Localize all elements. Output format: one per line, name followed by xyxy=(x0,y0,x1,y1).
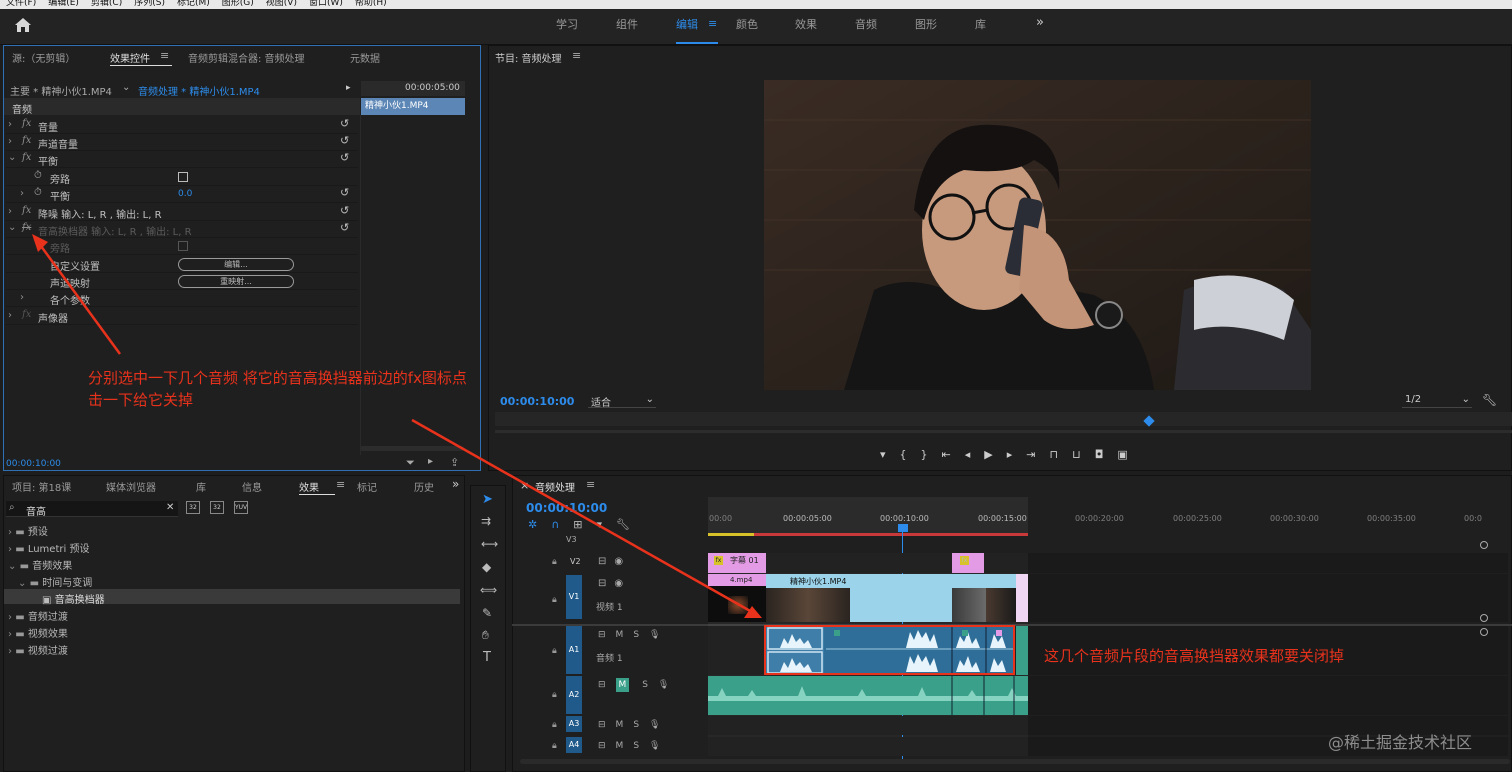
annotation-note: 这几个音频片段的音高换挡器效果都要关闭掉 xyxy=(1044,647,1345,665)
watermark: @稀土掘金技术社区 xyxy=(1328,733,1473,752)
